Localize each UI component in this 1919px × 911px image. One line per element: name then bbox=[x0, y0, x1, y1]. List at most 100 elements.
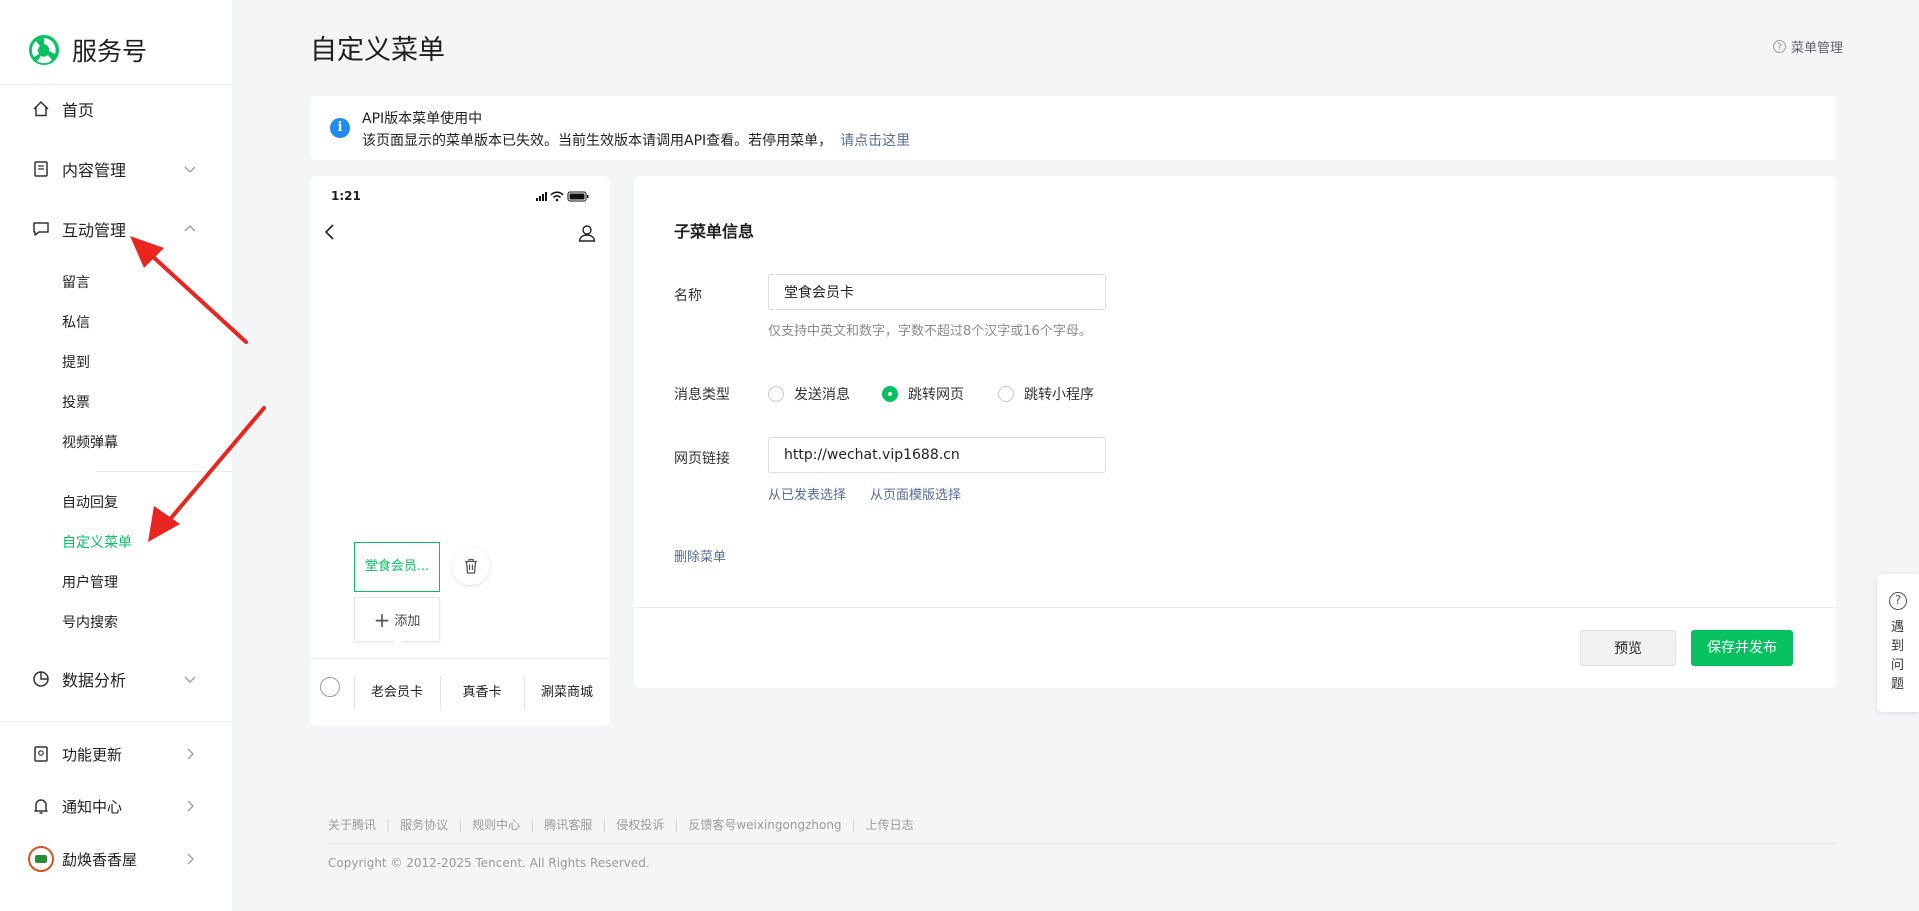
nav-content-management[interactable]: 内容管理 bbox=[0, 154, 232, 184]
home-icon bbox=[33, 100, 49, 117]
separator: | bbox=[851, 818, 856, 832]
status-bar-icons bbox=[536, 191, 589, 202]
document-icon bbox=[34, 161, 48, 177]
chevron-down-icon bbox=[184, 166, 196, 173]
info-icon: i bbox=[330, 118, 350, 138]
separator: | bbox=[530, 818, 535, 832]
bell-icon bbox=[34, 799, 48, 814]
click-here-link[interactable]: 请点击这里 bbox=[840, 133, 910, 149]
preview-button[interactable]: 预览 bbox=[1580, 630, 1676, 666]
radio-button bbox=[998, 386, 1014, 402]
footer-link-rules-center[interactable]: 规则中心 bbox=[472, 818, 520, 832]
sidebar-item-custom-menu[interactable]: 自定义菜单 bbox=[62, 532, 132, 552]
sidebar-item-mentions[interactable]: 提到 bbox=[62, 352, 90, 372]
select-from-published-link[interactable]: 从已发表选择 bbox=[768, 484, 846, 503]
menu-name-input[interactable] bbox=[768, 274, 1106, 310]
plus-icon: + bbox=[373, 607, 391, 632]
brand[interactable]: 服务号 bbox=[27, 30, 147, 70]
delete-menu-link[interactable]: 删除菜单 bbox=[674, 546, 726, 565]
pie-chart-icon bbox=[33, 671, 49, 687]
nav-label: 数据分析 bbox=[62, 671, 127, 690]
back-arrow-icon[interactable] bbox=[322, 223, 338, 241]
add-label: 添加 bbox=[394, 614, 421, 629]
floating-help-label: 遇到问题 bbox=[1891, 620, 1905, 692]
name-label: 名称 bbox=[674, 288, 702, 304]
sub-menu-item-selected[interactable]: 堂食会员... bbox=[354, 542, 440, 592]
separator: | bbox=[674, 818, 679, 832]
menu-tab-hotpot-mall[interactable]: 涮菜商城 bbox=[524, 659, 610, 726]
delete-sub-menu-button[interactable] bbox=[452, 547, 490, 585]
nav-notification-center[interactable]: 通知中心 bbox=[0, 791, 232, 821]
chevron-up-icon bbox=[184, 225, 196, 232]
radio-jump-mini-program[interactable]: 跳转小程序 bbox=[998, 384, 1094, 404]
chevron-right-icon bbox=[187, 748, 194, 760]
footer-link-feedback[interactable]: 反馈客号weixingongzhong bbox=[688, 818, 841, 832]
nav-feature-update[interactable]: 功能更新 bbox=[0, 739, 232, 769]
page-title: 自定义菜单 bbox=[310, 35, 445, 66]
menu-tab-old-member-card[interactable]: 老会员卡 bbox=[354, 659, 440, 726]
footer-link-customer-service[interactable]: 腾讯客服 bbox=[544, 818, 592, 832]
divider bbox=[328, 843, 1836, 844]
divider bbox=[0, 84, 232, 85]
nav-label: 首页 bbox=[62, 101, 95, 120]
nav-data-analysis[interactable]: 数据分析 bbox=[0, 664, 232, 694]
radio-send-message[interactable]: 发送消息 bbox=[768, 384, 850, 404]
floating-help-button[interactable]: ? 遇到问题 bbox=[1877, 574, 1919, 712]
separator: | bbox=[602, 818, 607, 832]
update-book-icon bbox=[34, 746, 48, 762]
chat-bubble-icon bbox=[33, 222, 49, 236]
user-profile-icon[interactable] bbox=[577, 223, 597, 243]
nav-interaction-management[interactable]: 互动管理 bbox=[0, 214, 232, 244]
add-sub-menu-button[interactable]: + 添加 bbox=[354, 597, 440, 642]
webpage-link-label: 网页链接 bbox=[674, 451, 730, 467]
question-circle-icon: ? bbox=[1889, 592, 1907, 610]
nav-label: 内容管理 bbox=[62, 161, 127, 180]
menu-management-help-link[interactable]: ? 菜单管理 bbox=[1772, 37, 1843, 56]
footer-link-service-agreement[interactable]: 服务协议 bbox=[400, 818, 448, 832]
sidebar-item-video-danmaku[interactable]: 视频弹幕 bbox=[62, 432, 118, 452]
copyright: Copyright © 2012-2025 Tencent. All Right… bbox=[328, 856, 650, 870]
avatar[interactable] bbox=[28, 846, 54, 872]
sidebar-item-private-messages[interactable]: 私信 bbox=[62, 312, 90, 332]
nav-label: 通知中心 bbox=[62, 797, 123, 816]
notice-title: API版本菜单使用中 bbox=[362, 111, 483, 127]
notice-message-line: 该页面显示的菜单版本已失效。当前生效版本请调用API查看。若停用菜单， 请点击这里 bbox=[362, 130, 910, 150]
radio-label: 跳转网页 bbox=[908, 387, 964, 403]
footer-links: 关于腾讯 | 服务协议 | 规则中心 | 腾讯客服 | 侵权投诉 | 反馈客号weixingongz… bbox=[328, 816, 914, 833]
name-hint: 仅支持中英文和数字，字数不超过8个汉字或16个字母。 bbox=[768, 324, 1092, 339]
sidebar-item-auto-reply[interactable]: 自动回复 bbox=[62, 492, 118, 512]
divider bbox=[634, 607, 1836, 608]
nav-home[interactable]: 首页 bbox=[0, 94, 232, 124]
menu-tab-real-fragrance-card[interactable]: 真香卡 bbox=[440, 659, 524, 726]
nav-label: 功能更新 bbox=[62, 745, 123, 764]
phone-menu-bar: 老会员卡 真香卡 涮菜商城 bbox=[310, 658, 610, 726]
question-circle-icon: ? bbox=[1772, 40, 1786, 53]
chevron-down-icon bbox=[184, 676, 196, 683]
footer-link-about[interactable]: 关于腾讯 bbox=[328, 818, 376, 832]
service-account-logo bbox=[29, 35, 59, 65]
sub-menu-info-card: 子菜单信息 名称 仅支持中英文和数字，字数不超过8个汉字或16个字母。 消息类型… bbox=[634, 176, 1836, 688]
message-type-label: 消息类型 bbox=[674, 387, 730, 403]
notice-message: 该页面显示的菜单版本已失效。当前生效版本请调用API查看。若停用菜单， bbox=[362, 133, 833, 149]
chevron-right-icon bbox=[187, 853, 194, 865]
popover-pointer bbox=[392, 639, 404, 646]
help-link-label: 菜单管理 bbox=[1790, 41, 1843, 56]
brand-name: 服务号 bbox=[72, 37, 148, 66]
sidebar-item-messages[interactable]: 留言 bbox=[62, 272, 90, 292]
status-time: 1:21 bbox=[331, 189, 361, 203]
separator: | bbox=[458, 818, 463, 832]
keyboard-icon[interactable] bbox=[320, 677, 340, 697]
radio-label: 发送消息 bbox=[794, 387, 850, 403]
sidebar-item-votes[interactable]: 投票 bbox=[62, 392, 90, 412]
sidebar-item-user-management[interactable]: 用户管理 bbox=[62, 572, 118, 592]
sidebar-item-account-search[interactable]: 号内搜索 bbox=[62, 612, 118, 632]
select-from-template-link[interactable]: 从页面模版选择 bbox=[870, 484, 961, 503]
webpage-url-input[interactable] bbox=[768, 437, 1106, 473]
radio-button bbox=[768, 386, 784, 402]
chevron-right-icon bbox=[187, 800, 194, 812]
save-and-publish-button[interactable]: 保存并发布 bbox=[1691, 630, 1793, 666]
radio-jump-webpage[interactable]: 跳转网页 bbox=[882, 384, 964, 404]
footer-link-infringement[interactable]: 侵权投诉 bbox=[616, 818, 664, 832]
account-name: 勐焕香香屋 bbox=[62, 850, 138, 869]
footer-link-upload-log[interactable]: 上传日志 bbox=[866, 818, 914, 832]
